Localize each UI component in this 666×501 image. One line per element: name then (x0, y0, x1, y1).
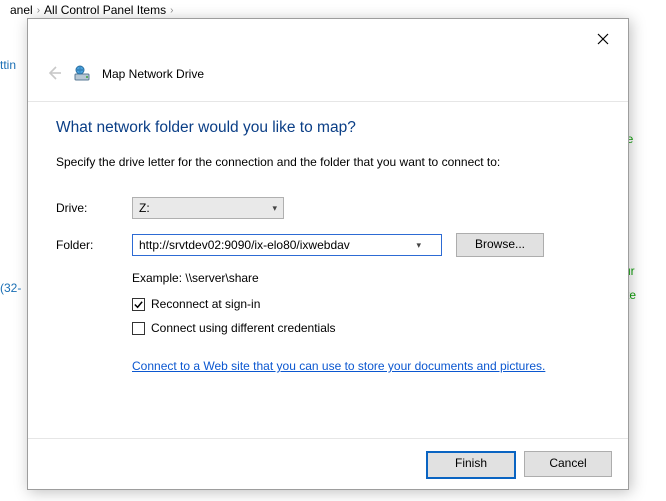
close-button[interactable] (594, 33, 612, 51)
background-text: (32- (0, 281, 21, 295)
dialog-instruction: Specify the drive letter for the connect… (56, 155, 600, 169)
back-arrow-icon (46, 65, 62, 81)
reconnect-label: Reconnect at sign-in (151, 297, 260, 311)
breadcrumb-frag: anel (10, 3, 33, 17)
drive-select-value: Z: (139, 201, 150, 215)
chevron-down-icon: ▾ (416, 240, 421, 251)
diffcred-label: Connect using different credentials (151, 321, 336, 335)
example-text: Example: \\server\share (132, 271, 600, 285)
background-text: ttin (0, 58, 16, 72)
back-button[interactable] (46, 65, 64, 83)
drive-label: Drive: (56, 201, 132, 215)
dialog-heading: What network folder would you like to ma… (56, 119, 600, 137)
diffcred-checkbox[interactable] (132, 322, 145, 335)
browse-button[interactable]: Browse... (456, 233, 544, 257)
map-network-drive-dialog: Map Network Drive What network folder wo… (27, 18, 629, 490)
chevron-right-icon: › (170, 5, 173, 16)
folder-value: http://srvtdev02:9090/ix-elo80/ixwebdav (139, 238, 350, 252)
folder-combobox[interactable]: http://srvtdev02:9090/ix-elo80/ixwebdav … (132, 234, 442, 256)
divider (28, 438, 628, 439)
connect-website-link[interactable]: Connect to a Web site that you can use t… (132, 359, 545, 373)
chevron-right-icon: › (37, 5, 40, 16)
divider (28, 101, 628, 102)
close-icon (597, 33, 609, 45)
network-drive-icon (74, 65, 92, 83)
dialog-title: Map Network Drive (102, 67, 204, 81)
drive-select[interactable]: Z: ▾ (132, 197, 284, 219)
chevron-down-icon: ▾ (272, 203, 277, 214)
cancel-button[interactable]: Cancel (524, 451, 612, 477)
finish-button[interactable]: Finish (426, 451, 516, 479)
breadcrumb-frag: All Control Panel Items (44, 3, 166, 17)
reconnect-checkbox[interactable] (132, 298, 145, 311)
folder-label: Folder: (56, 238, 132, 252)
check-icon (133, 299, 144, 310)
breadcrumb: anel › All Control Panel Items › (0, 0, 666, 20)
